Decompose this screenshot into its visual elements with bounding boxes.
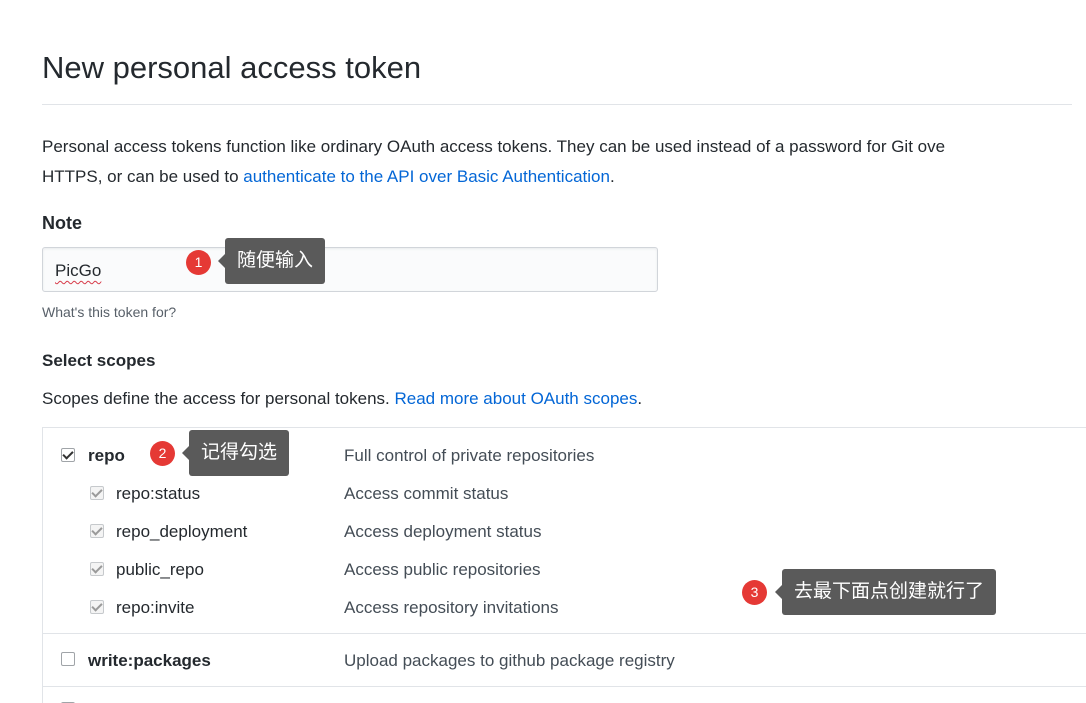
select-scopes-label: Select scopes — [42, 351, 156, 370]
page-title: New personal access token — [42, 50, 422, 85]
repo-deployment-checkbox[interactable] — [90, 524, 104, 538]
scope-name-repo-invite: repo:invite — [116, 598, 195, 617]
scope-row-write-packages: write:packages Upload packages to github… — [43, 643, 1086, 681]
oauth-scopes-link[interactable]: Read more about OAuth scopes — [394, 389, 637, 408]
scopes-desc-prefix: Scopes define the access for personal to… — [42, 389, 395, 408]
scope-row-repo-status: repo:status Access commit status — [43, 476, 1086, 514]
intro-text: Personal access tokens function like ord… — [42, 132, 1082, 192]
note-hint: What's this token for? — [42, 304, 177, 320]
scope-desc-repo-status: Access commit status — [344, 484, 509, 503]
repo-checkbox[interactable] — [61, 448, 75, 462]
scope-name-write-packages: write:packages — [88, 651, 211, 670]
scope-desc-write-packages: Upload packages to github package regist… — [344, 651, 675, 670]
annotation-callout-3: 去最下面点创建就行了 — [774, 569, 997, 615]
scope-desc-repo-deployment: Access deployment status — [344, 522, 542, 541]
note-input-value: PicGo — [55, 261, 102, 280]
scopes-desc-suffix: . — [637, 389, 643, 408]
token-page: New personal access token Personal acces… — [0, 0, 1086, 703]
annotation-badge-3: 3 — [742, 580, 767, 605]
scope-desc-repo-invite: Access repository invitations — [344, 598, 559, 617]
intro-suffix: . — [609, 167, 615, 186]
basic-auth-link[interactable]: authenticate to the API over Basic Authe… — [243, 167, 610, 186]
annotation-callout-1: 随便输入 — [217, 238, 326, 284]
row-divider — [43, 686, 1086, 687]
scope-desc-public-repo: Access public repositories — [344, 560, 541, 579]
repo-invite-checkbox[interactable] — [90, 600, 104, 614]
intro-line-1: Personal access tokens function like ord… — [42, 137, 946, 156]
public-repo-checkbox[interactable] — [90, 562, 104, 576]
scope-row-repo-deployment: repo_deployment Access deployment status — [43, 514, 1086, 552]
intro-prefix: HTTPS, or can be used to — [42, 167, 244, 186]
scope-name-public-repo: public_repo — [116, 560, 204, 579]
scope-name-repo: repo — [88, 446, 125, 465]
scope-name-repo-status: repo:status — [116, 484, 201, 503]
annotation-badge-1: 1 — [186, 250, 211, 275]
annotation-badge-2: 2 — [150, 441, 175, 466]
scope-desc-repo: Full control of private repositories — [344, 446, 595, 465]
title-divider — [42, 104, 1072, 105]
scope-name-repo-deployment: repo_deployment — [116, 522, 248, 541]
note-label: Note — [42, 213, 82, 233]
write-packages-checkbox[interactable] — [61, 652, 75, 666]
intro-line-2: HTTPS, or can be used to authenticate to… — [42, 162, 1082, 192]
repo-status-checkbox[interactable] — [90, 486, 104, 500]
row-divider — [43, 633, 1086, 634]
scopes-description: Scopes define the access for personal to… — [42, 389, 642, 409]
note-input[interactable]: PicGo — [42, 247, 658, 292]
annotation-callout-2: 记得勾选 — [181, 430, 290, 476]
